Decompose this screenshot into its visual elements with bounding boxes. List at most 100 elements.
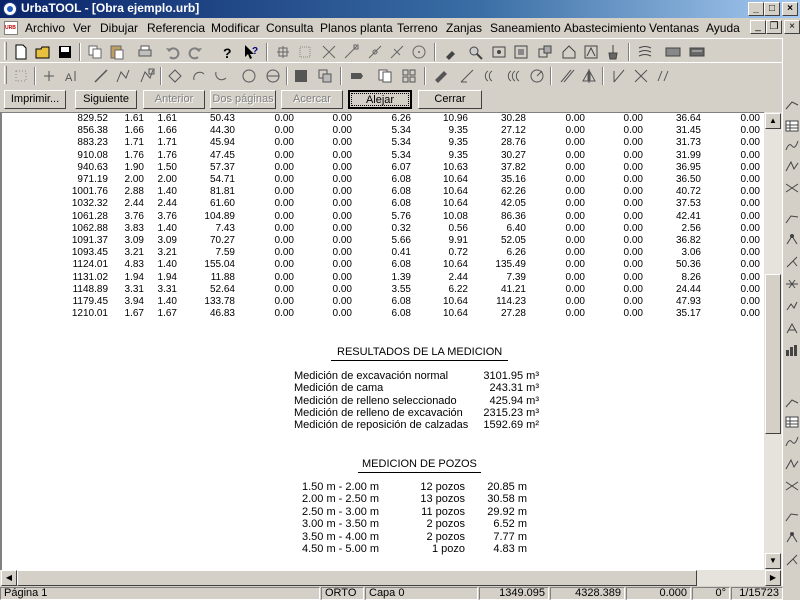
redraw-icon[interactable] xyxy=(560,43,578,61)
menu-archivo[interactable]: Archivo xyxy=(25,21,65,35)
app-icon[interactable] xyxy=(3,2,17,16)
scroll-up-button[interactable]: ▲ xyxy=(765,113,781,129)
print-button[interactable]: Imprimir... xyxy=(4,90,66,109)
move-icon[interactable] xyxy=(348,67,366,85)
circle-2p-icon[interactable] xyxy=(264,67,282,85)
copy-icon[interactable] xyxy=(86,43,104,61)
break-icon[interactable] xyxy=(654,67,672,85)
bar-chart-icon[interactable] xyxy=(784,342,800,358)
zoom-in-button[interactable]: Acercar xyxy=(281,90,343,109)
status-orto[interactable]: ORTO xyxy=(321,587,364,600)
menu-planos-planta[interactable]: Planos planta xyxy=(320,21,393,35)
profile-icon[interactable] xyxy=(784,138,800,154)
menu-terreno[interactable]: Terreno xyxy=(397,21,438,35)
paste-icon[interactable] xyxy=(108,43,126,61)
valve-icon[interactable] xyxy=(784,276,800,292)
menu-modificar[interactable]: Modificar xyxy=(211,21,260,35)
menu-consulta[interactable]: Consulta xyxy=(266,21,313,35)
menu-referencia[interactable]: Referencia xyxy=(147,21,205,35)
toolbar-grip[interactable] xyxy=(4,66,7,84)
arc-icon[interactable] xyxy=(190,67,208,85)
grid-cross-icon[interactable] xyxy=(274,43,292,61)
help-icon[interactable]: ? xyxy=(218,43,236,61)
two-pages-button[interactable]: Dos páginas xyxy=(210,90,276,109)
point-icon[interactable] xyxy=(40,67,58,85)
vertical-scrollbar[interactable]: ▲ ▼ xyxy=(764,112,782,570)
fillet-icon[interactable] xyxy=(528,67,546,85)
horizontal-scrollbar[interactable]: ◀ ▶ xyxy=(0,570,782,586)
circle-icon[interactable] xyxy=(240,67,258,85)
zoom-previous-icon[interactable] xyxy=(536,43,554,61)
line-icon[interactable] xyxy=(92,67,110,85)
status-layer[interactable]: Capa 0 xyxy=(365,587,478,600)
branch-secondary-icon[interactable] xyxy=(784,552,800,568)
minimize-button[interactable]: _ xyxy=(748,2,764,16)
snap-endpoint-icon[interactable] xyxy=(342,43,360,61)
snap-intersection-icon[interactable] xyxy=(320,43,338,61)
branch-icon[interactable] xyxy=(784,254,800,270)
contour-icon[interactable] xyxy=(636,43,654,61)
profile-secondary-icon[interactable] xyxy=(784,434,800,450)
document-icon[interactable] xyxy=(4,21,18,35)
cross-section-icon[interactable] xyxy=(784,180,800,196)
redo-icon[interactable] xyxy=(186,43,204,61)
pipe-icon[interactable] xyxy=(784,210,800,226)
snap-midpoint-icon[interactable] xyxy=(366,43,384,61)
axis-icon[interactable] xyxy=(784,96,800,112)
close-preview-button[interactable]: Cerrar xyxy=(418,90,482,109)
scroll-right-button[interactable]: ▶ xyxy=(765,570,781,586)
grid-dots-icon[interactable] xyxy=(296,43,314,61)
brush-icon[interactable] xyxy=(604,43,622,61)
block-icon[interactable] xyxy=(316,67,334,85)
layers-icon[interactable] xyxy=(664,43,682,61)
hatch-icon[interactable] xyxy=(292,67,310,85)
curve-icon[interactable] xyxy=(784,158,800,174)
context-help-icon[interactable]: ? xyxy=(242,43,260,61)
extend-icon[interactable] xyxy=(610,67,628,85)
vertical-scroll-thumb[interactable] xyxy=(765,274,781,435)
scroll-down-button[interactable]: ▼ xyxy=(765,553,781,569)
scale-icon[interactable] xyxy=(458,67,476,85)
snap-center-icon[interactable] xyxy=(410,43,428,61)
menu-ventanas[interactable]: Ventanas xyxy=(649,21,699,35)
regen-icon[interactable] xyxy=(582,43,600,61)
table-icon[interactable] xyxy=(784,118,800,134)
arc-3p-icon[interactable] xyxy=(212,67,230,85)
snap-perpendicular-icon[interactable] xyxy=(388,43,406,61)
open-folder-icon[interactable] xyxy=(34,43,52,61)
pump-icon[interactable] xyxy=(784,298,800,314)
scroll-left-button[interactable]: ◀ xyxy=(1,570,17,586)
dotted-grid-icon[interactable] xyxy=(12,67,30,85)
cross-section-secondary-icon[interactable] xyxy=(784,478,800,494)
rotate-icon[interactable] xyxy=(432,67,450,85)
pipe-secondary-icon[interactable] xyxy=(784,508,800,524)
menu-dibujar[interactable]: Dibujar xyxy=(100,21,138,35)
offset-double-icon[interactable] xyxy=(506,67,524,85)
undo-icon[interactable] xyxy=(164,43,182,61)
pan-icon[interactable] xyxy=(442,43,460,61)
menu-ayuda[interactable]: Ayuda xyxy=(706,21,740,35)
menu-zanjas[interactable]: Zanjas xyxy=(446,21,482,35)
array-icon[interactable] xyxy=(400,67,418,85)
offset-icon[interactable] xyxy=(482,67,500,85)
horizontal-scroll-thumb[interactable] xyxy=(17,570,697,586)
node-icon[interactable] xyxy=(784,232,800,248)
print-icon[interactable] xyxy=(136,43,154,61)
trim-icon[interactable] xyxy=(632,67,650,85)
save-icon[interactable] xyxy=(56,43,74,61)
curve-secondary-icon[interactable] xyxy=(784,456,800,472)
mdi-restore-button[interactable]: ❐ xyxy=(766,20,782,34)
zoom-dynamic-icon[interactable] xyxy=(466,43,484,61)
zoom-window-icon[interactable] xyxy=(490,43,508,61)
layer-props-icon[interactable] xyxy=(688,43,706,61)
rhombus-icon[interactable] xyxy=(166,67,184,85)
text-insert-icon[interactable]: A xyxy=(62,67,80,85)
zoom-extents-icon[interactable] xyxy=(512,43,530,61)
node-secondary-icon[interactable] xyxy=(784,530,800,546)
menu-abastecimiento[interactable]: Abastecimiento xyxy=(564,21,646,35)
polyline-icon[interactable] xyxy=(114,67,132,85)
mdi-minimize-button[interactable]: _ xyxy=(750,20,766,34)
menu-ver[interactable]: Ver xyxy=(73,21,91,35)
table-secondary-icon[interactable] xyxy=(784,414,800,430)
parallel-icon[interactable] xyxy=(558,67,576,85)
